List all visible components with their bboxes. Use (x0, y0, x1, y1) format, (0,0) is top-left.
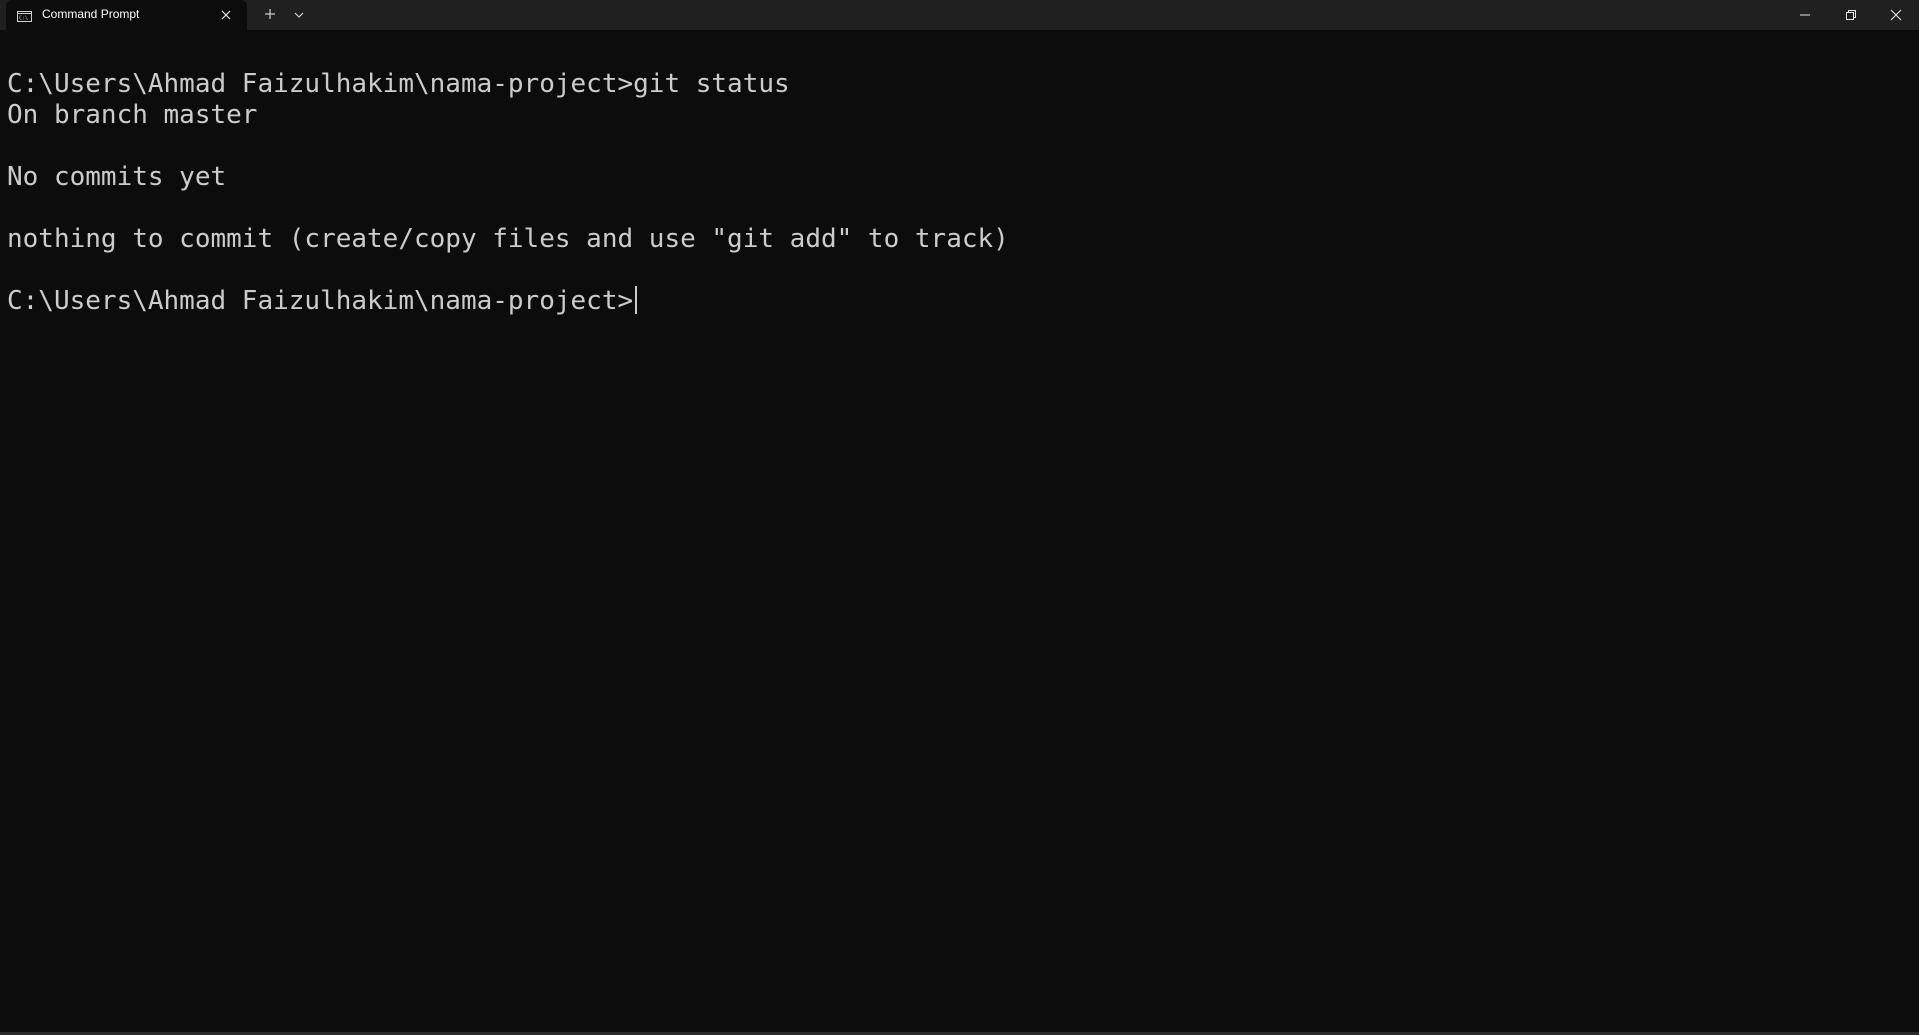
restore-icon[interactable] (1842, 6, 1860, 24)
title-bar[interactable]: C:\ Command Prompt (0, 0, 1919, 31)
text-cursor (635, 286, 638, 314)
minimize-icon[interactable] (1796, 6, 1814, 24)
chevron-down-icon[interactable] (292, 8, 306, 20)
terminal-output[interactable]: C:\Users\Ahmad Faizulhakim\nama-project>… (0, 30, 1919, 1032)
tab-title: Command Prompt (42, 7, 140, 21)
close-icon[interactable] (219, 8, 233, 22)
tab-command-prompt[interactable]: C:\ Command Prompt (6, 0, 247, 31)
terminal-window: C:\ Command Prompt C:\Users\Ahmad Faizul… (0, 0, 1919, 1035)
terminal-line: nothing to commit (create/copy files and… (7, 224, 1009, 254)
prompt-text: C:\Users\Ahmad Faizulhakim\nama-project> (7, 286, 634, 316)
terminal-icon: C:\ (17, 9, 32, 22)
terminal-line: C:\Users\Ahmad Faizulhakim\nama-project>… (7, 69, 790, 99)
terminal-line: No commits yet (7, 162, 227, 192)
svg-text:C:\: C:\ (19, 16, 28, 22)
close-window-icon[interactable] (1887, 6, 1905, 24)
terminal-line: On branch master (7, 100, 258, 130)
plus-icon[interactable] (262, 6, 278, 22)
prompt-line[interactable]: C:\Users\Ahmad Faizulhakim\nama-project> (7, 286, 638, 317)
